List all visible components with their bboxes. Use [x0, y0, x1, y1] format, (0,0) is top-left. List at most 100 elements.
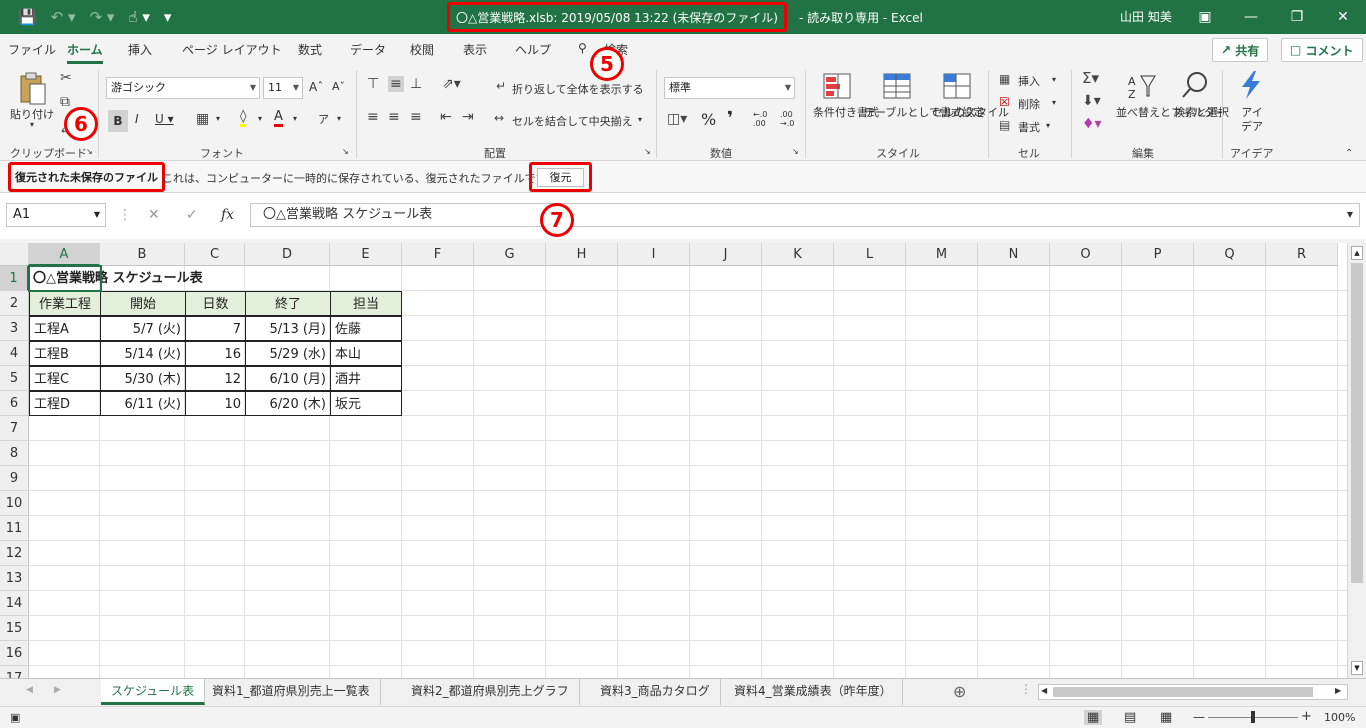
row-header-10[interactable]: 10: [0, 491, 29, 516]
expand-formula-icon[interactable]: ▼: [1347, 204, 1353, 226]
column-header-e[interactable]: E: [330, 243, 402, 266]
row-header-15[interactable]: 15: [0, 616, 29, 641]
page-break-view-icon[interactable]: ▦: [1160, 710, 1172, 725]
tab-review[interactable]: 校閲: [410, 41, 434, 58]
align-left-icon[interactable]: ≡: [367, 109, 379, 125]
orientation-icon[interactable]: ⇗▾: [442, 76, 461, 92]
chevron-down-icon[interactable]: ▾: [1046, 121, 1050, 130]
fill-icon[interactable]: ⬇▾: [1082, 93, 1101, 109]
vertical-scroll-thumb[interactable]: [1351, 263, 1363, 583]
row-header-2[interactable]: 2: [0, 291, 29, 316]
wrap-text-icon[interactable]: ↵: [496, 79, 506, 93]
collapse-ribbon-icon[interactable]: ⌃: [1345, 148, 1353, 159]
data-cell[interactable]: 5/14 (火): [100, 341, 186, 366]
align-middle-icon[interactable]: ≡: [388, 76, 404, 92]
format-cells-icon[interactable]: ▤: [999, 118, 1010, 132]
row-header-14[interactable]: 14: [0, 591, 29, 616]
clear-icon[interactable]: ♦▾: [1082, 116, 1102, 132]
data-cell[interactable]: 酒井: [330, 366, 402, 391]
customize-qat-icon[interactable]: ▾: [164, 0, 172, 34]
select-all-corner[interactable]: [0, 243, 29, 266]
chevron-down-icon[interactable]: ▾: [337, 114, 341, 123]
row-header-1[interactable]: 1: [0, 266, 29, 291]
data-cell[interactable]: 7: [185, 316, 246, 341]
increase-indent-icon[interactable]: ⇥: [462, 109, 474, 125]
horizontal-scroll-thumb[interactable]: [1053, 687, 1313, 697]
redo-icon[interactable]: ↷ ▾: [90, 0, 115, 34]
data-cell[interactable]: 本山: [330, 341, 402, 366]
tab-insert[interactable]: 挿入: [128, 41, 152, 58]
header-cell[interactable]: 作業工程: [29, 291, 101, 316]
horizontal-scrollbar[interactable]: ◀ ▶: [1038, 684, 1348, 700]
row-header-13[interactable]: 13: [0, 566, 29, 591]
align-center-icon[interactable]: ≡: [388, 109, 400, 125]
wrap-text-button[interactable]: 折り返して全体を表示する: [512, 81, 644, 97]
data-cell[interactable]: 5/7 (火): [100, 316, 186, 341]
macro-record-icon[interactable]: ▣: [10, 711, 20, 724]
row-header-16[interactable]: 16: [0, 641, 29, 666]
find-select-icon[interactable]: [1180, 70, 1210, 100]
column-header-b[interactable]: B: [100, 243, 185, 266]
column-header-d[interactable]: D: [245, 243, 330, 266]
column-header-g[interactable]: G: [474, 243, 546, 266]
row-header-6[interactable]: 6: [0, 391, 29, 416]
row-header-9[interactable]: 9: [0, 466, 29, 491]
tab-home[interactable]: ホーム: [67, 41, 103, 64]
data-cell[interactable]: 工程C: [29, 366, 101, 391]
data-cell[interactable]: 6/10 (月): [245, 366, 331, 391]
sheet-tab-schedule[interactable]: スケジュール表: [101, 679, 206, 705]
data-cell[interactable]: 16: [185, 341, 246, 366]
paste-dropdown-icon[interactable]: ▾: [30, 120, 34, 129]
tab-splitter-icon[interactable]: ⋮: [1020, 682, 1032, 696]
data-cell[interactable]: 6/11 (火): [100, 391, 186, 416]
data-cell[interactable]: 工程A: [29, 316, 101, 341]
font-launcher-icon[interactable]: ↘: [342, 147, 349, 156]
next-sheet-icon[interactable]: ▶: [54, 685, 61, 695]
find-select-button[interactable]: 検索と選択: [1174, 106, 1229, 120]
restore-button[interactable]: 復元: [537, 167, 584, 187]
vertical-scrollbar[interactable]: ▲ ▼: [1347, 243, 1366, 678]
chevron-down-icon[interactable]: ▾: [1052, 98, 1056, 107]
data-cell[interactable]: 5/29 (水): [245, 341, 331, 366]
font-color-icon[interactable]: A: [274, 109, 283, 127]
ideas-icon[interactable]: [1236, 70, 1266, 100]
row-header-17[interactable]: 17: [0, 666, 29, 678]
minimize-icon[interactable]: —: [1228, 0, 1274, 34]
name-box[interactable]: A1 ▼: [6, 203, 106, 227]
column-header-o[interactable]: O: [1050, 243, 1122, 266]
tab-page-layout[interactable]: ページ レイアウト: [182, 41, 282, 58]
sort-filter-icon[interactable]: AZ: [1127, 72, 1157, 102]
chevron-down-icon[interactable]: ▾: [1052, 75, 1056, 84]
cut-icon[interactable]: ✂: [60, 70, 72, 86]
row-header-8[interactable]: 8: [0, 441, 29, 466]
zoom-in-icon[interactable]: +: [1301, 709, 1312, 724]
normal-view-icon[interactable]: ▦: [1084, 710, 1103, 725]
column-header-q[interactable]: Q: [1194, 243, 1266, 266]
shrink-font-icon[interactable]: Aˇ: [332, 80, 345, 93]
save-icon[interactable]: 💾: [18, 0, 37, 34]
number-format-combo[interactable]: 標準 ▼: [664, 77, 795, 99]
data-cell[interactable]: 5/13 (月): [245, 316, 331, 341]
tab-data[interactable]: データ: [350, 41, 386, 58]
italic-icon[interactable]: I: [135, 112, 139, 126]
percent-icon[interactable]: %: [701, 110, 716, 129]
scroll-right-icon[interactable]: ▶: [1335, 686, 1341, 695]
sheet-tab-doc1[interactable]: 資料1_都道府県別売上一覧表: [202, 679, 381, 705]
grow-font-icon[interactable]: Aˆ: [309, 80, 323, 94]
accounting-icon[interactable]: ◫▾: [667, 111, 687, 127]
decrease-indent-icon[interactable]: ⇤: [440, 109, 452, 125]
column-header-k[interactable]: K: [762, 243, 834, 266]
zoom-level[interactable]: 100%: [1324, 711, 1355, 724]
delete-cells-icon[interactable]: ☒: [999, 95, 1010, 109]
chevron-down-icon[interactable]: ▾: [216, 114, 220, 123]
column-header-c[interactable]: C: [185, 243, 245, 266]
zoom-out-icon[interactable]: —: [1193, 710, 1205, 724]
paste-icon[interactable]: [18, 72, 48, 105]
data-cell[interactable]: 坂元: [330, 391, 402, 416]
row-header-12[interactable]: 12: [0, 541, 29, 566]
font-size-combo[interactable]: 11 ▼: [263, 77, 303, 99]
header-cell[interactable]: 担当: [330, 291, 402, 316]
data-cell[interactable]: 12: [185, 366, 246, 391]
sheet-tab-doc3[interactable]: 資料3_商品カタログ: [590, 679, 721, 705]
data-cell[interactable]: 10: [185, 391, 246, 416]
